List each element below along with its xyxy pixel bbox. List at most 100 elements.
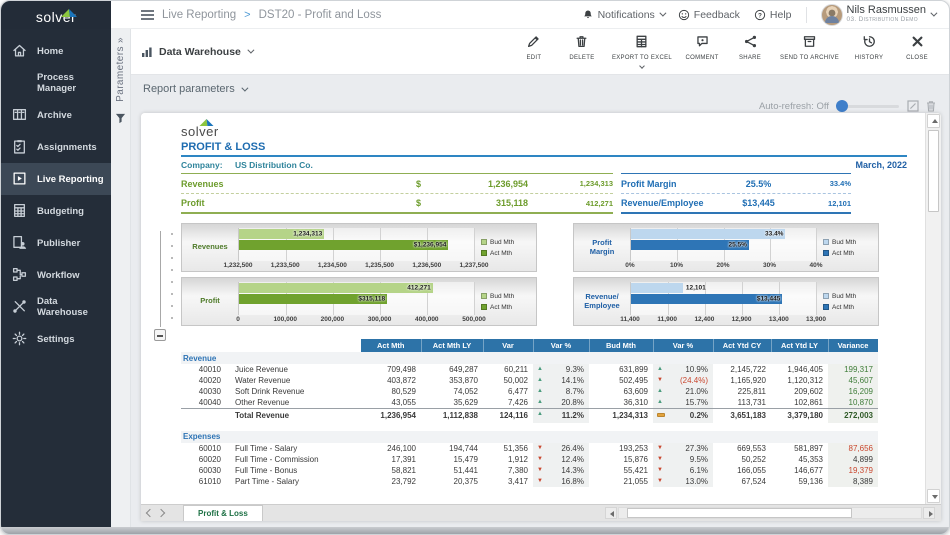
outline-dots bbox=[171, 233, 173, 325]
table-row[interactable]: 40020Water Revenue403,872353,87050,002▲1… bbox=[181, 375, 878, 386]
auto-refresh-slider[interactable] bbox=[837, 105, 899, 108]
vertical-scrollbar[interactable] bbox=[925, 113, 941, 504]
percent-value: 14.3% bbox=[561, 466, 584, 475]
history-button[interactable]: HISTORY bbox=[847, 33, 891, 63]
sidebar-item-settings[interactable]: Settings bbox=[1, 323, 111, 355]
chart-plot: 1,234,313$1,236,9541,232,5001,233,5001,2… bbox=[238, 224, 478, 271]
parameters-strip[interactable]: Parameters » bbox=[111, 29, 131, 527]
sidebar-item-process-manager[interactable]: Process Manager bbox=[1, 67, 111, 99]
menu-icon[interactable] bbox=[141, 10, 154, 20]
company-row: Company: US Distribution Co. March, 2022 bbox=[181, 157, 907, 173]
up-arrow-icon: ▲ bbox=[537, 365, 543, 374]
axis-tick-label: 1,233,500 bbox=[271, 262, 300, 269]
var-pct-cell: ▼26.4% bbox=[533, 443, 589, 454]
comment-button[interactable]: COMMENT bbox=[680, 33, 724, 63]
scroll-down-button[interactable] bbox=[927, 489, 940, 503]
var-cell: 50,002 bbox=[483, 375, 533, 386]
smiley-icon bbox=[678, 9, 690, 21]
act-mth-ly-cell: 51,441 bbox=[421, 465, 483, 476]
table-row[interactable]: 40030Soft Drink Revenue80,52974,0526,477… bbox=[181, 386, 878, 397]
edit-button[interactable]: EDIT bbox=[512, 33, 556, 63]
vertical-scroll-thumb[interactable] bbox=[928, 130, 939, 212]
table-row[interactable]: 60030Full Time - Bonus58,82151,4417,380▼… bbox=[181, 465, 878, 476]
legend-label: Bud Mth bbox=[490, 239, 514, 246]
act-mth-ly-cell: 74,052 bbox=[421, 386, 483, 397]
table-row[interactable]: 60020Full Time - Commission17,39115,4791… bbox=[181, 454, 878, 465]
assignments-icon bbox=[12, 139, 28, 155]
chart-title-line: Employee bbox=[574, 302, 630, 311]
trash-icon[interactable] bbox=[925, 100, 937, 112]
sheet-next-button[interactable] bbox=[157, 509, 165, 517]
share-button[interactable]: SHARE bbox=[728, 33, 772, 63]
horizontal-scrollbar[interactable] bbox=[605, 507, 935, 520]
act-mth-ly-cell: 35,629 bbox=[421, 397, 483, 409]
data-warehouse-menu[interactable]: Data Warehouse bbox=[141, 46, 252, 58]
account-code: 40010 bbox=[181, 365, 221, 374]
bud-var-pct-cell: ▲15.7% bbox=[653, 397, 713, 409]
help-button[interactable]: ? Help bbox=[754, 9, 792, 21]
axis-tick-label: 12,400 bbox=[694, 316, 714, 323]
slider-knob[interactable] bbox=[836, 100, 848, 112]
sidebar-nav: Home Process Manager ArchiveAssignmentsLiv… bbox=[1, 29, 111, 527]
horizontal-scroll-thumb[interactable] bbox=[627, 508, 852, 518]
send-to-archive-button[interactable]: SEND TO ARCHIVE bbox=[776, 33, 843, 63]
axis-tick-label: 11,400 bbox=[620, 316, 640, 323]
chart-plot: 412,271$315,1180100,000200,000300,000400… bbox=[238, 278, 478, 325]
account-name: Part Time - Salary bbox=[235, 477, 299, 486]
notifications-menu[interactable]: Notifications bbox=[582, 9, 664, 21]
sidebar-item-workflow[interactable]: Workflow bbox=[1, 259, 111, 291]
close-button[interactable]: CLOSE bbox=[895, 33, 939, 63]
sidebar-item-data-warehouse[interactable]: Data Warehouse bbox=[1, 291, 111, 323]
scroll-right-button[interactable] bbox=[923, 507, 935, 519]
percent-value: 9.5% bbox=[690, 455, 708, 464]
bud-mth-cell: 55,421 bbox=[589, 465, 653, 476]
sheet-tab-profit-loss[interactable]: Profit & Loss bbox=[183, 505, 263, 521]
up-arrow-icon: ▲ bbox=[537, 410, 543, 419]
variance-cell: 199,317 bbox=[828, 364, 878, 375]
spacer-cell bbox=[181, 423, 878, 431]
table-row[interactable]: 40010Juice Revenue709,498649,28760,211▲9… bbox=[181, 364, 878, 375]
sidebar-item-archive[interactable]: Archive bbox=[1, 99, 111, 131]
sidebar-item-assignments[interactable]: Assignments bbox=[1, 131, 111, 163]
act-ytd-cy-cell: 225,811 bbox=[713, 386, 771, 397]
sidebar-item-budgeting[interactable]: Budgeting bbox=[1, 195, 111, 227]
scroll-up-button[interactable] bbox=[927, 114, 940, 128]
axis-tick-label: 20% bbox=[716, 262, 729, 269]
sidebar-item-home[interactable]: Home bbox=[1, 35, 111, 67]
axis-tick-label: 11,900 bbox=[657, 316, 677, 323]
kpi-label: Revenue/Employee bbox=[621, 198, 726, 208]
percent-value: 26.4% bbox=[561, 444, 584, 453]
kpi-secondary-value: 1,234,313 bbox=[528, 179, 613, 188]
column-header-bud-mth: Bud Mth bbox=[589, 339, 653, 352]
export-to-excel-button[interactable]: EXPORT TO EXCEL bbox=[608, 33, 676, 70]
chart-plot: 12,101$13,44511,40011,90012,40012,90013,… bbox=[630, 278, 820, 325]
breadcrumb-live-reporting[interactable]: Live Reporting bbox=[162, 9, 236, 21]
delete-button[interactable]: DELETE bbox=[560, 33, 604, 63]
chevron-down-icon bbox=[639, 63, 645, 69]
outline-collapse-button[interactable] bbox=[154, 329, 166, 341]
kpi-row-revenue-employee: Revenue/Employee$13,44512,101 bbox=[621, 193, 851, 212]
act-mth-cell: 1,236,954 bbox=[361, 409, 421, 423]
section-row-expenses: Expenses bbox=[181, 431, 878, 443]
user-menu[interactable]: Nils Rasmussen 03. Distribution Demo bbox=[821, 4, 935, 26]
horizontal-scroll-track[interactable] bbox=[618, 507, 922, 519]
edit-in-window-icon[interactable] bbox=[907, 100, 919, 112]
sidebar-item-live-reporting[interactable]: Live Reporting bbox=[1, 163, 111, 195]
sheet-prev-button[interactable] bbox=[146, 509, 154, 517]
table-row[interactable]: 40040Other Revenue43,05535,6297,426▲20.8… bbox=[181, 397, 878, 409]
filter-funnel-icon[interactable] bbox=[115, 111, 126, 129]
report-parameters-toggle[interactable]: Report parameters bbox=[143, 83, 246, 95]
legend-item-bud-mth: Bud Mth bbox=[823, 293, 878, 300]
table-row[interactable]: 60010Full Time - Salary246,100194,74451,… bbox=[181, 443, 878, 454]
up-arrow-icon: ▲ bbox=[537, 398, 543, 407]
table-row[interactable]: 61010Part Time - Salary23,79220,3753,417… bbox=[181, 476, 878, 487]
action-label: EXPORT TO EXCEL bbox=[612, 55, 672, 61]
scroll-left-button[interactable] bbox=[605, 507, 617, 519]
chart-profit: Profit412,271$315,1180100,000200,000300,… bbox=[181, 277, 537, 326]
bar-value-label: 1,234,313 bbox=[293, 231, 322, 238]
sidebar-item-publisher[interactable]: Publisher bbox=[1, 227, 111, 259]
bud-mth-cell: 631,899 bbox=[589, 364, 653, 375]
feedback-button[interactable]: Feedback bbox=[678, 9, 740, 21]
sidebar-item-label: Process Manager bbox=[37, 72, 111, 94]
variance-cell: 4,899 bbox=[828, 454, 878, 465]
